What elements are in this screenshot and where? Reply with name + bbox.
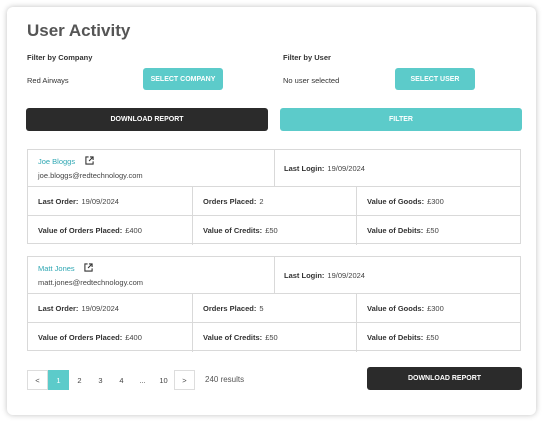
page-4-button[interactable]: 4: [111, 370, 132, 390]
company-filter-label: Filter by Company: [27, 53, 93, 62]
last-login-label: Last Login:: [284, 164, 325, 173]
value-goods-value: £300: [427, 196, 444, 206]
user-activity-card: User Activity Filter by Company Red Airw…: [7, 7, 536, 415]
value-credits-value: £50: [265, 226, 278, 235]
user-name-link[interactable]: Matt Jones: [38, 264, 75, 273]
user-email: joe.bloggs@redtechnology.com: [38, 171, 143, 180]
value-credits-label: Value of Credits:: [203, 333, 263, 342]
value-goods-label: Value of Goods:: [367, 303, 425, 313]
value-goods-cell: Value of Goods: £300: [357, 294, 521, 322]
last-order-value: 19/09/2024: [81, 303, 119, 313]
last-order-label: Last Order:: [38, 196, 79, 206]
external-link-icon[interactable]: [84, 263, 93, 272]
stats-row: Value of Orders Placed: £400 Value of Cre…: [28, 216, 520, 245]
last-login-label: Last Login:: [284, 271, 325, 280]
page-ellipsis: ...: [139, 375, 146, 385]
value-debits-label: Value of Debits:: [367, 333, 424, 342]
value-orders-cell: Value of Orders Placed: £400: [28, 216, 193, 245]
select-user-button[interactable]: SELECT USER: [395, 68, 475, 90]
user-name-link[interactable]: Joe Bloggs: [38, 157, 75, 166]
next-page-button[interactable]: >: [174, 370, 195, 390]
value-orders-label: Value of Orders Placed:: [38, 226, 123, 235]
value-orders-label: Value of Orders Placed:: [38, 333, 123, 342]
user-card: Joe Bloggs joe.bloggs@redtechnology.com …: [27, 149, 521, 245]
page-1-button[interactable]: 1: [48, 370, 69, 390]
last-order-cell: Last Order: 19/09/2024: [28, 294, 193, 322]
value-debits-label: Value of Debits:: [367, 226, 424, 235]
select-company-button[interactable]: SELECT COMPANY: [143, 68, 223, 90]
last-order-label: Last Order:: [38, 303, 79, 313]
user-identity: Matt Jones matt.jones@redtechnology.com: [28, 257, 275, 293]
value-credits-value: £50: [265, 333, 278, 342]
value-debits-cell: Value of Debits: £50: [357, 216, 521, 245]
prev-page-button[interactable]: <: [27, 370, 48, 390]
download-report-button-bottom[interactable]: DOWNLOAD REPORT: [367, 367, 522, 390]
user-email: matt.jones@redtechnology.com: [38, 278, 144, 287]
value-orders-value: £400: [125, 333, 142, 342]
stats-row: Last Order: 19/09/2024 Orders Placed: 2 Va…: [28, 187, 520, 216]
orders-placed-value: 2: [259, 196, 264, 206]
orders-placed-cell: Orders Placed: 5: [193, 294, 357, 322]
value-goods-value: £300: [427, 303, 444, 313]
orders-placed-cell: Orders Placed: 2: [193, 187, 357, 215]
pagination: < 1 2 3 4 ... 10 >: [27, 370, 195, 390]
value-debits-value: £50: [426, 226, 439, 235]
value-orders-value: £400: [125, 226, 142, 235]
user-filter-value: No user selected: [283, 76, 340, 85]
value-credits-label: Value of Credits:: [203, 226, 263, 235]
page-2-button[interactable]: 2: [69, 370, 90, 390]
company-filter-value: Red Airways: [27, 76, 69, 85]
orders-placed-label: Orders Placed:: [203, 196, 257, 206]
last-order-value: 19/09/2024: [81, 196, 119, 206]
filter-button[interactable]: FILTER: [280, 108, 522, 131]
stats-row: Last Order: 19/09/2024 Orders Placed: 5 Va…: [28, 294, 520, 323]
value-credits-cell: Value of Credits: £50: [193, 323, 357, 352]
page-title: User Activity: [27, 21, 131, 40]
user-identity: Joe Bloggs joe.bloggs@redtechnology.com: [28, 150, 275, 186]
last-order-cell: Last Order: 19/09/2024: [28, 187, 193, 215]
value-credits-cell: Value of Credits: £50: [193, 216, 357, 245]
value-goods-label: Value of Goods:: [367, 196, 425, 206]
orders-placed-label: Orders Placed:: [203, 303, 257, 313]
external-link-icon[interactable]: [85, 156, 94, 165]
page-3-button[interactable]: 3: [90, 370, 111, 390]
last-login-value: 19/09/2024: [327, 271, 365, 280]
last-login-value: 19/09/2024: [327, 164, 365, 173]
value-orders-cell: Value of Orders Placed: £400: [28, 323, 193, 352]
orders-placed-value: 5: [259, 303, 264, 313]
results-count: 240 results: [205, 375, 245, 384]
user-card-header: Joe Bloggs joe.bloggs@redtechnology.com …: [28, 150, 520, 187]
page-10-button[interactable]: 10: [153, 370, 174, 390]
user-card-header: Matt Jones matt.jones@redtechnology.com …: [28, 257, 520, 294]
value-goods-cell: Value of Goods: £300: [357, 187, 521, 215]
last-login: Last Login: 19/09/2024: [284, 271, 365, 280]
last-login: Last Login: 19/09/2024: [284, 164, 365, 173]
value-debits-value: £50: [426, 333, 439, 342]
download-report-button-top[interactable]: DOWNLOAD REPORT: [26, 108, 268, 131]
value-debits-cell: Value of Debits: £50: [357, 323, 521, 352]
stats-row: Value of Orders Placed: £400 Value of Cre…: [28, 323, 520, 352]
user-filter-label: Filter by User: [283, 53, 331, 62]
user-card: Matt Jones matt.jones@redtechnology.com …: [27, 256, 521, 352]
